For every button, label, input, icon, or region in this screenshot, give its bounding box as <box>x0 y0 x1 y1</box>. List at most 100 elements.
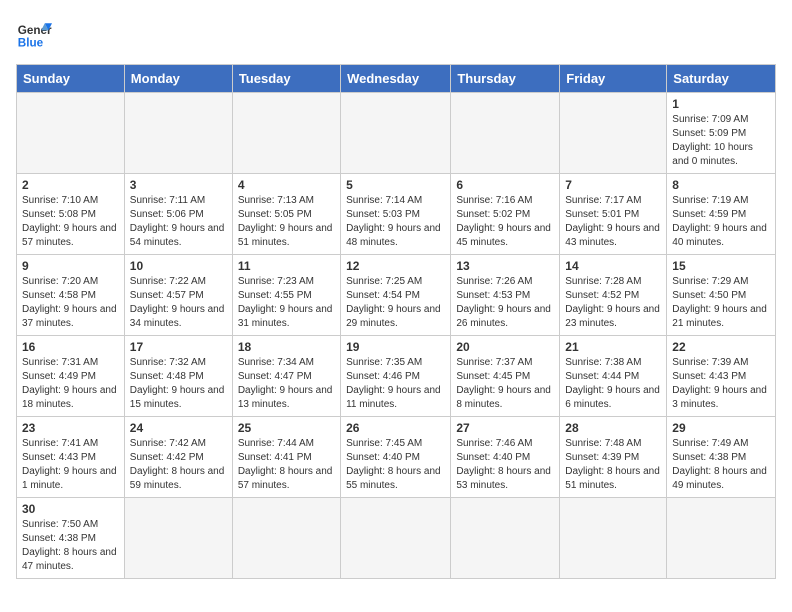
calendar-cell <box>232 498 340 579</box>
calendar-cell: 21Sunrise: 7:38 AM Sunset: 4:44 PM Dayli… <box>560 336 667 417</box>
calendar-week-row: 30Sunrise: 7:50 AM Sunset: 4:38 PM Dayli… <box>17 498 776 579</box>
calendar-cell: 11 Sunrise: 7:23 AM Sunset: 4:55 PM Dayli… <box>232 255 340 336</box>
calendar-cell: 4 Sunrise: 7:13 AM Sunset: 5:05 PM Daylig… <box>232 174 340 255</box>
day-info: Sunrise: 7:42 AM Sunset: 4:42 PM Dayligh… <box>130 437 227 493</box>
day-number: 16 <box>22 340 119 354</box>
calendar-cell: 3Sunrise: 7:11 AM Sunset: 5:06 PM Daylig… <box>124 174 232 255</box>
calendar-cell: 22 Sunrise: 7:39 AM Sunset: 4:43 PM Dayli… <box>667 336 776 417</box>
day-number: 15 <box>672 259 770 273</box>
day-of-week-header: Sunday <box>17 65 125 93</box>
day-number: 12 <box>346 259 445 273</box>
calendar-week-row: 1 Sunrise: 7:09 AM Sunset: 5:09 PM Daylig… <box>17 93 776 174</box>
calendar-cell <box>341 93 451 174</box>
calendar-week-row: 16 Sunrise: 7:31 AM Sunset: 4:49 PM Dayli… <box>17 336 776 417</box>
day-info: Sunrise: 7:23 AM Sunset: 4:55 PM Dayligh… <box>238 275 335 331</box>
day-number: 9 <box>22 259 119 273</box>
day-info: Sunrise: 7:31 AM Sunset: 4:49 PM Dayligh… <box>22 356 119 412</box>
day-info: Sunrise: 7:25 AM Sunset: 4:54 PM Dayligh… <box>346 275 445 331</box>
day-number: 3 <box>130 178 227 192</box>
day-info: Sunrise: 7:17 AM Sunset: 5:01 PM Dayligh… <box>565 194 661 250</box>
calendar-cell: 27 Sunrise: 7:46 AM Sunset: 4:40 PM Dayli… <box>451 417 560 498</box>
calendar-cell: 6 Sunrise: 7:16 AM Sunset: 5:02 PM Daylig… <box>451 174 560 255</box>
day-number: 14 <box>565 259 661 273</box>
calendar-cell: 9 Sunrise: 7:20 AM Sunset: 4:58 PM Daylig… <box>17 255 125 336</box>
day-info: Sunrise: 7:46 AM Sunset: 4:40 PM Dayligh… <box>456 437 554 493</box>
calendar-cell: 20 Sunrise: 7:37 AM Sunset: 4:45 PM Dayli… <box>451 336 560 417</box>
calendar-cell <box>667 498 776 579</box>
page-header: General Blue <box>16 16 776 52</box>
day-number: 17 <box>130 340 227 354</box>
day-info: Sunrise: 7:41 AM Sunset: 4:43 PM Dayligh… <box>22 437 119 493</box>
day-info: Sunrise: 7:37 AM Sunset: 4:45 PM Dayligh… <box>456 356 554 412</box>
day-info: Sunrise: 7:35 AM Sunset: 4:46 PM Dayligh… <box>346 356 445 412</box>
day-number: 28 <box>565 421 661 435</box>
day-info: Sunrise: 7:14 AM Sunset: 5:03 PM Dayligh… <box>346 194 445 250</box>
calendar-cell <box>124 498 232 579</box>
calendar-cell: 14 Sunrise: 7:28 AM Sunset: 4:52 PM Dayli… <box>560 255 667 336</box>
calendar-cell <box>560 93 667 174</box>
day-info: Sunrise: 7:39 AM Sunset: 4:43 PM Dayligh… <box>672 356 770 412</box>
day-info: Sunrise: 7:09 AM Sunset: 5:09 PM Dayligh… <box>672 113 770 169</box>
logo-icon: General Blue <box>16 16 52 52</box>
day-number: 27 <box>456 421 554 435</box>
day-number: 20 <box>456 340 554 354</box>
day-info: Sunrise: 7:49 AM Sunset: 4:38 PM Dayligh… <box>672 437 770 493</box>
calendar-cell: 7 Sunrise: 7:17 AM Sunset: 5:01 PM Daylig… <box>560 174 667 255</box>
day-number: 1 <box>672 97 770 111</box>
calendar-cell: 25 Sunrise: 7:44 AM Sunset: 4:41 PM Dayli… <box>232 417 340 498</box>
day-info: Sunrise: 7:10 AM Sunset: 5:08 PM Dayligh… <box>22 194 119 250</box>
calendar-cell: 26 Sunrise: 7:45 AM Sunset: 4:40 PM Dayli… <box>341 417 451 498</box>
calendar-cell: 2 Sunrise: 7:10 AM Sunset: 5:08 PM Daylig… <box>17 174 125 255</box>
day-info: Sunrise: 7:50 AM Sunset: 4:38 PM Dayligh… <box>22 518 119 574</box>
day-number: 2 <box>22 178 119 192</box>
calendar-cell <box>124 93 232 174</box>
calendar-cell: 30Sunrise: 7:50 AM Sunset: 4:38 PM Dayli… <box>17 498 125 579</box>
calendar-cell: 18Sunrise: 7:34 AM Sunset: 4:47 PM Dayli… <box>232 336 340 417</box>
day-number: 4 <box>238 178 335 192</box>
day-number: 8 <box>672 178 770 192</box>
day-of-week-header: Friday <box>560 65 667 93</box>
calendar-week-row: 2 Sunrise: 7:10 AM Sunset: 5:08 PM Daylig… <box>17 174 776 255</box>
day-number: 7 <box>565 178 661 192</box>
calendar-cell: 13 Sunrise: 7:26 AM Sunset: 4:53 PM Dayli… <box>451 255 560 336</box>
calendar-cell: 12 Sunrise: 7:25 AM Sunset: 4:54 PM Dayli… <box>341 255 451 336</box>
day-number: 29 <box>672 421 770 435</box>
day-number: 5 <box>346 178 445 192</box>
day-number: 19 <box>346 340 445 354</box>
day-number: 6 <box>456 178 554 192</box>
day-number: 13 <box>456 259 554 273</box>
day-of-week-header: Monday <box>124 65 232 93</box>
day-info: Sunrise: 7:26 AM Sunset: 4:53 PM Dayligh… <box>456 275 554 331</box>
calendar-cell <box>560 498 667 579</box>
calendar-cell: 10Sunrise: 7:22 AM Sunset: 4:57 PM Dayli… <box>124 255 232 336</box>
day-info: Sunrise: 7:20 AM Sunset: 4:58 PM Dayligh… <box>22 275 119 331</box>
day-info: Sunrise: 7:45 AM Sunset: 4:40 PM Dayligh… <box>346 437 445 493</box>
day-number: 26 <box>346 421 445 435</box>
day-info: Sunrise: 7:16 AM Sunset: 5:02 PM Dayligh… <box>456 194 554 250</box>
calendar-cell <box>341 498 451 579</box>
calendar-cell: 23 Sunrise: 7:41 AM Sunset: 4:43 PM Dayli… <box>17 417 125 498</box>
day-number: 11 <box>238 259 335 273</box>
calendar-week-row: 9 Sunrise: 7:20 AM Sunset: 4:58 PM Daylig… <box>17 255 776 336</box>
day-number: 23 <box>22 421 119 435</box>
calendar-cell: 16 Sunrise: 7:31 AM Sunset: 4:49 PM Dayli… <box>17 336 125 417</box>
calendar-cell: 5 Sunrise: 7:14 AM Sunset: 5:03 PM Daylig… <box>341 174 451 255</box>
day-number: 25 <box>238 421 335 435</box>
day-of-week-header: Tuesday <box>232 65 340 93</box>
day-of-week-header: Thursday <box>451 65 560 93</box>
day-number: 10 <box>130 259 227 273</box>
calendar-cell <box>451 498 560 579</box>
calendar-cell: 28 Sunrise: 7:48 AM Sunset: 4:39 PM Dayli… <box>560 417 667 498</box>
svg-text:Blue: Blue <box>18 37 44 50</box>
day-of-week-header: Saturday <box>667 65 776 93</box>
day-info: Sunrise: 7:48 AM Sunset: 4:39 PM Dayligh… <box>565 437 661 493</box>
calendar-cell <box>451 93 560 174</box>
day-number: 22 <box>672 340 770 354</box>
day-info: Sunrise: 7:34 AM Sunset: 4:47 PM Dayligh… <box>238 356 335 412</box>
calendar-cell: 17Sunrise: 7:32 AM Sunset: 4:48 PM Dayli… <box>124 336 232 417</box>
day-number: 24 <box>130 421 227 435</box>
day-info: Sunrise: 7:29 AM Sunset: 4:50 PM Dayligh… <box>672 275 770 331</box>
day-info: Sunrise: 7:28 AM Sunset: 4:52 PM Dayligh… <box>565 275 661 331</box>
day-info: Sunrise: 7:44 AM Sunset: 4:41 PM Dayligh… <box>238 437 335 493</box>
day-info: Sunrise: 7:13 AM Sunset: 5:05 PM Dayligh… <box>238 194 335 250</box>
